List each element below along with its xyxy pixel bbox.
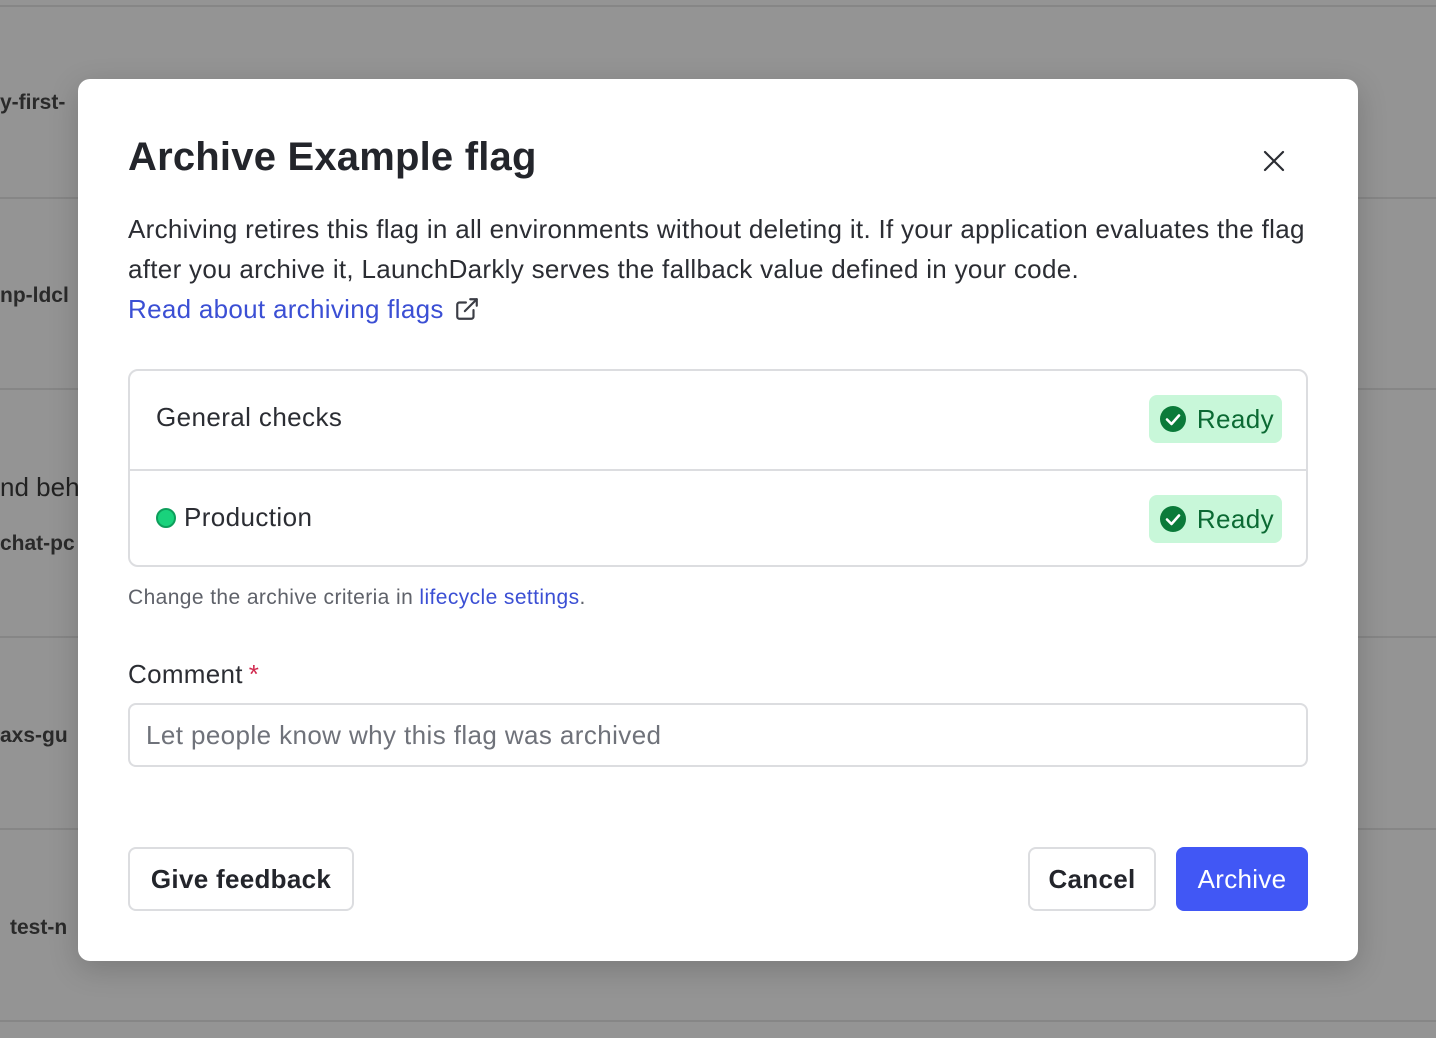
check-row-production: Production Ready xyxy=(130,469,1306,567)
status-label: Ready xyxy=(1196,403,1274,434)
required-indicator: * xyxy=(248,659,260,689)
environment-label: Production xyxy=(156,502,312,533)
bg-flag-key: chat-pc xyxy=(0,532,75,555)
bg-flag-description: nd beh xyxy=(0,472,80,502)
table-divider xyxy=(0,1020,1436,1022)
dialog-title: Archive Example flag xyxy=(128,135,537,179)
check-label: General checks xyxy=(156,402,343,432)
dialog-description: Archiving retires this flag in all envir… xyxy=(128,209,1318,329)
criteria-suffix: . xyxy=(579,586,586,609)
bg-flag-key: y-first- xyxy=(0,91,66,114)
archiving-docs-link[interactable]: Read about archiving flags xyxy=(128,294,480,324)
status-badge: Ready xyxy=(1148,395,1282,443)
lifecycle-settings-link[interactable]: lifecycle settings xyxy=(419,586,579,609)
bg-flag-key: np-ldcl xyxy=(0,284,69,307)
archive-checks-list: General checks Ready Production Ready xyxy=(128,369,1308,567)
comment-input[interactable] xyxy=(128,703,1308,767)
archive-button[interactable]: Archive xyxy=(1176,847,1308,911)
close-button[interactable] xyxy=(1256,143,1292,179)
check-circle-icon xyxy=(1159,506,1186,532)
cancel-button[interactable]: Cancel xyxy=(1028,847,1156,911)
status-badge: Ready xyxy=(1148,495,1282,543)
status-label: Ready xyxy=(1196,503,1274,534)
check-row-general: General checks Ready xyxy=(130,371,1306,467)
environment-name: Production xyxy=(184,502,313,532)
description-text: Archiving retires this flag in all envir… xyxy=(128,214,1305,284)
give-feedback-button[interactable]: Give feedback xyxy=(128,847,354,911)
environment-color-dot xyxy=(156,507,176,528)
external-link-icon xyxy=(455,298,478,320)
check-circle-icon xyxy=(1159,406,1186,432)
table-divider xyxy=(0,5,1436,7)
close-icon xyxy=(1263,150,1285,172)
comment-label: Comment * xyxy=(128,659,259,690)
archive-flag-dialog: Archive Example flag Archiving retires t… xyxy=(78,79,1358,961)
docs-link-label: Read about archiving flags xyxy=(128,294,444,324)
comment-label-text: Comment xyxy=(128,659,243,689)
criteria-text: Change the archive criteria in xyxy=(128,586,420,609)
criteria-note: Change the archive criteria in lifecycle… xyxy=(128,586,586,610)
bg-flag-key: axs-gu xyxy=(0,724,68,747)
bg-flag-key: test-n xyxy=(10,916,68,939)
